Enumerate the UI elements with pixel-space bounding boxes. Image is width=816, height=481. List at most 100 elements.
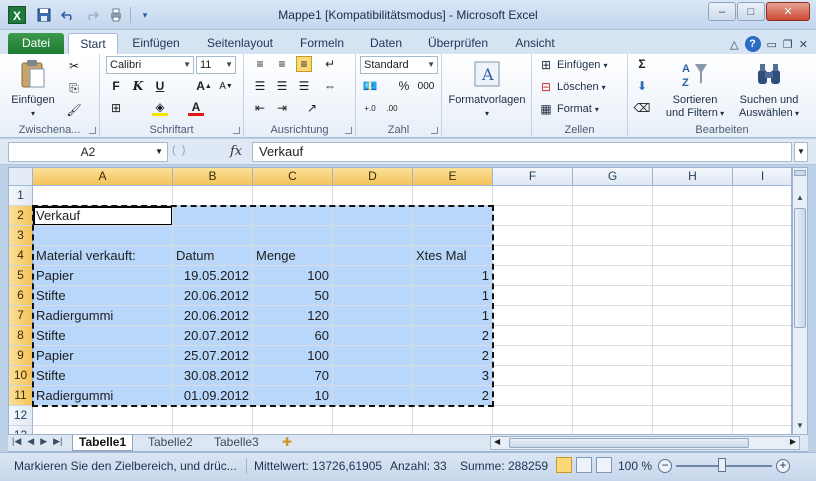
- cell-i11[interactable]: [733, 386, 791, 406]
- cell-f12[interactable]: [493, 406, 573, 426]
- border-icon[interactable]: ⊞: [108, 100, 124, 116]
- cell-g1[interactable]: [573, 186, 653, 206]
- prev-sheet-icon[interactable]: ◀: [27, 436, 34, 447]
- align-middle-icon[interactable]: ≡: [274, 56, 290, 72]
- cell-b4[interactable]: Datum: [173, 246, 253, 266]
- cell-e4[interactable]: Xtes Mal: [413, 246, 493, 266]
- scroll-down-icon[interactable]: ▼: [793, 418, 807, 434]
- scroll-up-icon[interactable]: ▲: [793, 190, 807, 206]
- horizontal-scroll-thumb[interactable]: [509, 438, 749, 448]
- wrap-text-icon[interactable]: ↵: [322, 56, 338, 72]
- cell-h11[interactable]: [653, 386, 733, 406]
- cell-d12[interactable]: [333, 406, 413, 426]
- cell-i13[interactable]: [733, 426, 791, 434]
- cell-g8[interactable]: [573, 326, 653, 346]
- decrease-decimal-icon[interactable]: .00: [384, 100, 400, 116]
- format-painter-icon[interactable]: 🖌: [66, 102, 82, 118]
- sheet-tab-3[interactable]: Tabelle3: [208, 435, 265, 451]
- scroll-left-icon[interactable]: ◀: [494, 437, 500, 446]
- cell-i2[interactable]: [733, 206, 791, 226]
- cell-h7[interactable]: [653, 306, 733, 326]
- sheet-tab-1[interactable]: Tabelle1: [72, 435, 134, 451]
- cell-h6[interactable]: [653, 286, 733, 306]
- name-box[interactable]: A2 ▼: [8, 142, 168, 162]
- cell-a7[interactable]: Radiergummi: [33, 306, 173, 326]
- cell-c1[interactable]: [253, 186, 333, 206]
- number-format-combo[interactable]: Standard ▼: [360, 56, 438, 74]
- column-header-b[interactable]: B: [173, 168, 253, 186]
- cell-e11[interactable]: 2: [413, 386, 493, 406]
- find-select-button[interactable]: Suchen und Auswählen ▾: [732, 58, 806, 120]
- cell-g3[interactable]: [573, 226, 653, 246]
- cell-b11[interactable]: 01.09.2012: [173, 386, 253, 406]
- cell-b7[interactable]: 20.06.2012: [173, 306, 253, 326]
- copy-icon[interactable]: ⎘: [66, 80, 82, 96]
- cut-icon[interactable]: ✂: [66, 58, 82, 74]
- formula-bar-resize-icon[interactable]: ( ): [172, 144, 185, 156]
- row-header-11[interactable]: 11: [9, 386, 33, 406]
- cell-a13[interactable]: [33, 426, 173, 434]
- row-header-13[interactable]: 13: [9, 426, 33, 434]
- cell-h5[interactable]: [653, 266, 733, 286]
- styles-button[interactable]: A Formatvorlagen ▾: [446, 58, 528, 120]
- cell-c3[interactable]: [253, 226, 333, 246]
- cell-e5[interactable]: 1: [413, 266, 493, 286]
- cell-e8[interactable]: 2: [413, 326, 493, 346]
- last-sheet-icon[interactable]: ▶|: [53, 436, 62, 447]
- align-top-icon[interactable]: ≡: [252, 56, 268, 72]
- page-layout-view-button[interactable]: [576, 457, 592, 473]
- cell-i6[interactable]: [733, 286, 791, 306]
- cell-e6[interactable]: 1: [413, 286, 493, 306]
- cell-a3[interactable]: [33, 226, 173, 246]
- shrink-font-icon[interactable]: A ▼: [218, 78, 234, 94]
- cell-c8[interactable]: 60: [253, 326, 333, 346]
- cell-a4[interactable]: Material verkauft:: [33, 246, 173, 266]
- decrease-indent-icon[interactable]: ⇤: [252, 100, 268, 116]
- cell-b6[interactable]: 20.06.2012: [173, 286, 253, 306]
- tab-start[interactable]: Start: [68, 33, 118, 54]
- font-color-icon[interactable]: A: [188, 100, 204, 116]
- cell-f9[interactable]: [493, 346, 573, 366]
- normal-view-button[interactable]: [556, 457, 572, 473]
- cell-f5[interactable]: [493, 266, 573, 286]
- cell-d4[interactable]: [333, 246, 413, 266]
- cell-f7[interactable]: [493, 306, 573, 326]
- column-header-h[interactable]: H: [653, 168, 733, 186]
- zoom-slider-knob[interactable]: [718, 458, 726, 472]
- collapse-ribbon-icon[interactable]: △: [730, 38, 738, 51]
- cell-h9[interactable]: [653, 346, 733, 366]
- page-break-view-button[interactable]: [596, 457, 612, 473]
- row-header-2[interactable]: 2: [9, 206, 33, 226]
- zoom-out-button[interactable]: −: [658, 459, 672, 473]
- fill-color-icon[interactable]: ◈: [152, 100, 168, 116]
- zoom-in-button[interactable]: +: [776, 459, 790, 473]
- cell-d13[interactable]: [333, 426, 413, 434]
- increase-indent-icon[interactable]: ⇥: [274, 100, 290, 116]
- cell-c11[interactable]: 10: [253, 386, 333, 406]
- percent-button[interactable]: %: [396, 78, 412, 94]
- tab-formulas[interactable]: Formeln: [292, 33, 352, 54]
- horizontal-scrollbar[interactable]: ◀ ▶: [490, 436, 800, 450]
- align-bottom-icon[interactable]: ≡: [296, 56, 312, 72]
- cell-f1[interactable]: [493, 186, 573, 206]
- cell-f10[interactable]: [493, 366, 573, 386]
- cell-g10[interactable]: [573, 366, 653, 386]
- zoom-level[interactable]: 100 %: [618, 459, 652, 473]
- cell-h8[interactable]: [653, 326, 733, 346]
- cell-i12[interactable]: [733, 406, 791, 426]
- cell-e1[interactable]: [413, 186, 493, 206]
- cell-b5[interactable]: 19.05.2012: [173, 266, 253, 286]
- cell-g12[interactable]: [573, 406, 653, 426]
- cell-i7[interactable]: [733, 306, 791, 326]
- cell-c5[interactable]: 100: [253, 266, 333, 286]
- row-header-4[interactable]: 4: [9, 246, 33, 266]
- cell-h2[interactable]: [653, 206, 733, 226]
- underline-button[interactable]: U: [152, 78, 168, 94]
- sort-filter-button[interactable]: AZ Sortieren und Filtern ▾: [660, 58, 730, 120]
- cell-a5[interactable]: Papier: [33, 266, 173, 286]
- column-header-c[interactable]: C: [253, 168, 333, 186]
- row-header-9[interactable]: 9: [9, 346, 33, 366]
- workbook-minimize-icon[interactable]: ▭: [767, 38, 777, 51]
- cell-c2[interactable]: [253, 206, 333, 226]
- cell-e13[interactable]: [413, 426, 493, 434]
